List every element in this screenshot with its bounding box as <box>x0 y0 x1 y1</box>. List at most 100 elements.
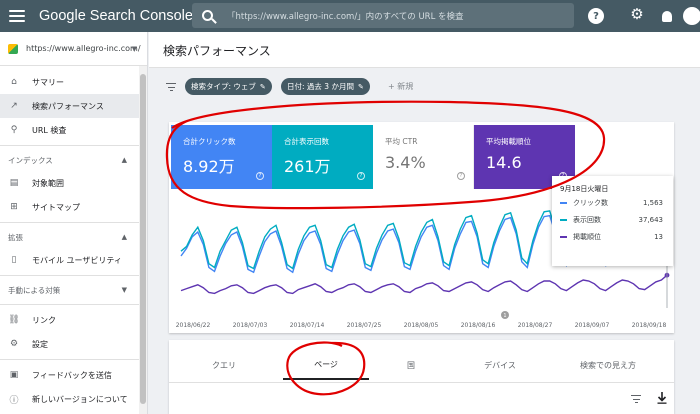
filter-icon[interactable] <box>166 83 176 91</box>
sitemap-icon: ⊞ <box>10 202 18 212</box>
top-app-bar: Google Search Console 「https://www.alleg… <box>0 0 700 32</box>
tooltip-row-impressions: 表示回数 37,643 <box>560 211 673 228</box>
section-manual-actions[interactable]: 手動による対策 ▼ <box>0 279 147 301</box>
tooltip-row-clicks: クリック数 1,563 <box>560 194 673 211</box>
x-tick-label: 2018/09/07 <box>575 322 610 329</box>
date-range-chip[interactable]: 日付: 過去 3 か月間 ✎ <box>281 78 370 95</box>
section-label: 拡張 <box>8 232 23 242</box>
sidebar-item-label: 新しいバージョンについて <box>32 394 128 404</box>
sidebar-item-mobile-usability[interactable]: ▯ モバイル ユーザビリティ <box>0 248 147 272</box>
tab-devices[interactable]: デバイス <box>465 350 535 380</box>
sidebar: https://www.allegro-inc.com/ ▼ ⌂ サマリー ↗ … <box>0 32 148 414</box>
sidebar-item-label: 対象範囲 <box>32 178 64 188</box>
section-index[interactable]: インデックス ▲ <box>0 149 147 171</box>
new-filter-button[interactable]: + 新規 <box>388 81 413 92</box>
performance-card: 合計クリック数 8.92万 ? 合計表示回数 261万 ? 平均 CTR 3.4… <box>169 122 674 333</box>
link-icon: ⛓ <box>8 315 20 325</box>
sidebar-item-label: サイトマップ <box>32 202 80 212</box>
info-icon: ⓘ <box>9 395 19 406</box>
tooltip-row-position: 掲載順位 13 <box>560 228 673 245</box>
gear-icon[interactable]: ⚙ <box>629 5 645 23</box>
sidebar-item-feedback[interactable]: ▣ フィードバックを送信 <box>0 363 147 387</box>
series-swatch <box>560 235 567 238</box>
filter-bar: 検索タイプ: ウェブ ✎ 日付: 過去 3 か月間 ✎ + 新規 <box>149 68 700 106</box>
chart-tooltip: 9月18日火曜日 クリック数 1,563 表示回数 37,643 掲載順位 13 <box>552 176 673 266</box>
section-enhancements[interactable]: 拡張 ▲ <box>0 226 147 248</box>
tooltip-value: 13 <box>654 232 663 241</box>
property-url: https://www.allegro-inc.com/ <box>26 44 141 53</box>
sidebar-item-url-inspection[interactable]: ⚲ URL 検査 <box>0 118 147 142</box>
tooltip-value: 37,643 <box>638 215 664 224</box>
trending-icon: ↗ <box>10 101 18 111</box>
home-icon: ⌂ <box>11 77 17 87</box>
edit-icon: ✎ <box>259 82 266 91</box>
tabs-divider <box>169 382 674 383</box>
annotation-marker-label: 1 <box>503 313 506 319</box>
divider <box>0 275 147 276</box>
x-tick-label: 2018/07/03 <box>233 322 268 329</box>
chip-label: 検索タイプ: ウェブ <box>191 82 256 91</box>
feedback-icon: ▣ <box>9 370 19 380</box>
edit-icon: ✎ <box>357 82 364 91</box>
tab-label: クエリ <box>212 360 236 370</box>
scrollbar-thumb[interactable] <box>140 74 146 404</box>
download-icon[interactable] <box>657 392 667 404</box>
sidebar-item-whats-new[interactable]: ⓘ 新しいバージョンについて <box>0 387 147 411</box>
tab-queries[interactable]: クエリ <box>189 350 259 380</box>
x-tick-label: 2018/08/16 <box>461 322 496 329</box>
url-inspection-search[interactable]: 「https://www.allegro-inc.com/」内のすべての URL… <box>192 3 574 28</box>
chevron-up-icon: ▲ <box>121 156 127 164</box>
sidebar-item-label: 検索パフォーマンス <box>32 101 104 111</box>
tooltip-label: クリック数 <box>573 198 608 207</box>
search-type-chip[interactable]: 検索タイプ: ウェブ ✎ <box>185 78 272 95</box>
divider <box>0 359 147 360</box>
search-icon <box>202 10 213 21</box>
sidebar-item-performance[interactable]: ↗ 検索パフォーマンス <box>0 94 147 118</box>
sidebar-item-coverage[interactable]: ▤ 対象範囲 <box>0 171 147 195</box>
divider <box>0 145 147 146</box>
page-header: 検索パフォーマンス <box>149 32 700 68</box>
sidebar-item-label: フィードバックを送信 <box>32 370 112 380</box>
search-icon: ⚲ <box>10 125 18 135</box>
series-line-2 <box>180 274 668 295</box>
bell-icon[interactable] <box>659 8 675 24</box>
tooltip-date: 9月18日火曜日 <box>560 185 609 193</box>
chevron-down-icon: ▼ <box>131 44 137 53</box>
tab-label: 検索での見え方 <box>580 360 636 370</box>
help-icon[interactable]: ? <box>588 8 604 24</box>
tab-label: ページ <box>314 359 338 369</box>
x-tick-label: 2018/06/22 <box>176 322 211 329</box>
main-content: 検索パフォーマンス 検索タイプ: ウェブ ✎ 日付: 過去 3 か月間 ✎ + … <box>149 32 700 414</box>
x-tick-label: 2018/08/05 <box>404 322 439 329</box>
app-title[interactable]: Google Search Console <box>39 8 193 24</box>
property-icon <box>8 43 18 54</box>
sidebar-item-label: モバイル ユーザビリティ <box>32 255 122 265</box>
sidebar-item-settings[interactable]: ⚙ 設定 <box>0 332 147 356</box>
new-filter-label: 新規 <box>397 82 414 91</box>
tab-countries[interactable]: 国 <box>391 350 431 380</box>
x-tick-label: 2018/07/25 <box>347 322 382 329</box>
settings-icon: ⚙ <box>9 339 19 349</box>
sidebar-scrollbar[interactable] <box>139 66 147 414</box>
tooltip-label: 表示回数 <box>573 215 601 224</box>
series-swatch <box>560 218 567 221</box>
section-label: インデックス <box>8 155 53 165</box>
sidebar-item-summary[interactable]: ⌂ サマリー <box>0 70 147 94</box>
divider <box>0 222 147 223</box>
sidebar-item-label: リンク <box>32 315 56 325</box>
divider <box>0 304 147 305</box>
tab-label: デバイス <box>484 360 516 370</box>
page-title: 検索パフォーマンス <box>163 44 271 58</box>
menu-icon[interactable] <box>9 10 25 22</box>
search-input[interactable]: 「https://www.allegro-inc.com/」内のすべての URL… <box>227 10 464 22</box>
avatar[interactable] <box>683 7 700 25</box>
sidebar-item-sitemaps[interactable]: ⊞ サイトマップ <box>0 195 147 219</box>
chevron-up-icon: ▲ <box>121 233 127 241</box>
dimension-tabs-card: クエリ ページ 国 デバイス 検索での見え方 <box>169 340 674 414</box>
tab-search-appearance[interactable]: 検索での見え方 <box>555 350 661 380</box>
table-filter-icon[interactable] <box>631 395 641 403</box>
tab-pages[interactable]: ページ <box>283 350 369 380</box>
x-tick-label: 2018/08/27 <box>518 322 553 329</box>
property-selector[interactable]: https://www.allegro-inc.com/ ▼ <box>0 32 147 66</box>
sidebar-item-links[interactable]: ⛓ リンク <box>0 308 147 332</box>
